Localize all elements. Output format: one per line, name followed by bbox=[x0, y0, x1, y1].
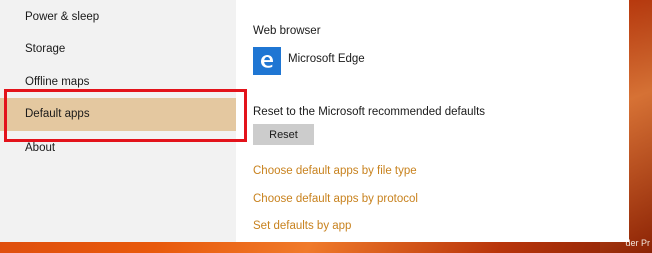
sidebar-item-storage[interactable]: Storage bbox=[0, 33, 236, 66]
sidebar-item-power-sleep[interactable]: Power & sleep bbox=[0, 1, 236, 34]
web-browser-heading: Web browser bbox=[253, 25, 321, 37]
default-apps-content: Web browser Microsoft Edge Reset to the … bbox=[236, 0, 629, 242]
sidebar-item-default-apps[interactable]: Default apps bbox=[0, 98, 236, 131]
edge-logo-glyph bbox=[261, 55, 273, 68]
link-set-defaults-by-app[interactable]: Set defaults by app bbox=[253, 220, 351, 232]
web-browser-app-name[interactable]: Microsoft Edge bbox=[288, 53, 365, 65]
settings-window: Power & sleep Storage Offline maps Defau… bbox=[0, 0, 629, 242]
reset-defaults-label: Reset to the Microsoft recommended defau… bbox=[253, 106, 486, 118]
link-choose-by-protocol[interactable]: Choose default apps by protocol bbox=[253, 193, 418, 205]
sidebar: Power & sleep Storage Offline maps Defau… bbox=[0, 0, 236, 242]
reset-button[interactable]: Reset bbox=[253, 124, 314, 145]
desktop-corner-text: der Pr bbox=[625, 238, 650, 248]
link-choose-by-file-type[interactable]: Choose default apps by file type bbox=[253, 165, 417, 177]
sidebar-item-about[interactable]: About bbox=[0, 132, 236, 165]
edge-icon[interactable] bbox=[253, 47, 281, 75]
sidebar-item-offline-maps[interactable]: Offline maps bbox=[0, 66, 236, 99]
